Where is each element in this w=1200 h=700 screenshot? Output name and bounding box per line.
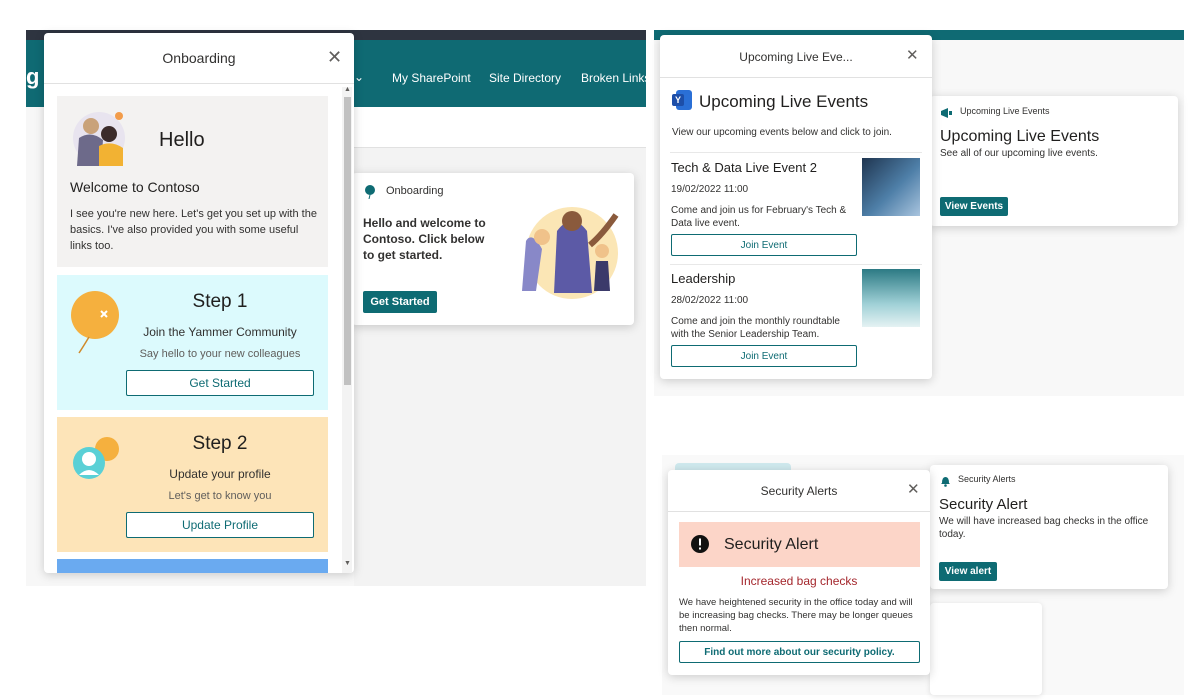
alert-text: We have heightened security in the offic… xyxy=(679,597,913,634)
svg-text:Y: Y xyxy=(675,95,681,105)
events-card-heading: Upcoming Live Events xyxy=(940,128,1100,145)
hello-heading: Hello xyxy=(159,129,205,151)
onboarding-card-get-started-button[interactable]: Get Started xyxy=(363,291,437,313)
step-2-title: Step 2 xyxy=(192,433,248,454)
onboarding-panel-title: Onboarding xyxy=(162,50,236,66)
profile-illustration xyxy=(69,435,125,490)
events-heading: Upcoming Live Events xyxy=(699,92,869,111)
view-alert-button[interactable]: View alert xyxy=(939,562,997,581)
events-card-desc: See all of our upcoming live events. xyxy=(940,148,1098,159)
security-close-icon[interactable]: ✕ xyxy=(907,482,920,497)
welcome-section: Hello Welcome to Contoso I see you're ne… xyxy=(57,96,328,267)
events-panel-title: Upcoming Live Eve... xyxy=(739,50,853,64)
event-2-date: 28/02/2022 11:00 xyxy=(671,295,749,306)
balloon-illustration xyxy=(69,289,125,360)
event-2-title: Leadership xyxy=(671,271,736,286)
security-card: Security Alerts Security Alert We will h… xyxy=(930,465,1168,589)
event-divider-2 xyxy=(670,264,922,265)
event-1-date: 19/02/2022 11:00 xyxy=(671,184,749,195)
welcome-text: I see you're new here. Let's get you set… xyxy=(70,208,317,252)
nav-chevron-icon[interactable]: ⌄ xyxy=(354,70,364,84)
view-events-button[interactable]: View Events xyxy=(940,197,1008,216)
security-card-heading: Security Alert xyxy=(939,496,1028,513)
events-card-label: Upcoming Live Events xyxy=(960,106,1050,116)
balloon-icon xyxy=(364,185,376,204)
security-panel-title: Security Alerts xyxy=(760,484,838,498)
site-title-partial: g xyxy=(26,64,40,89)
nav-my-sharepoint[interactable]: My SharePoint xyxy=(392,71,471,85)
alert-title: Security Alert xyxy=(724,536,819,553)
megaphone-icon xyxy=(940,106,954,124)
onboarding-card: Onboarding Hello and welcome to Contoso.… xyxy=(352,173,634,325)
events-card: Upcoming Live Events Upcoming Live Event… xyxy=(930,96,1178,226)
security-card-label: Security Alerts xyxy=(958,474,1016,484)
alert-subtitle: Increased bag checks xyxy=(740,574,858,588)
security-policy-button[interactable]: Find out more about our security policy. xyxy=(679,641,920,663)
security-panel-divider xyxy=(668,511,930,512)
step-2-subtitle: Update your profile xyxy=(169,467,271,481)
step-1-section: Step 1 Join the Yammer Community Say hel… xyxy=(57,275,328,410)
step-1-desc: Say hello to your new colleagues xyxy=(139,348,301,360)
event-2-image xyxy=(862,269,920,327)
nav-site-directory[interactable]: Site Directory xyxy=(489,71,561,85)
event-2-desc: Come and join the monthly roundtable wit… xyxy=(671,316,840,340)
command-bar xyxy=(354,107,646,148)
onboarding-panel: Onboarding ✕ Hello Welcome to Contoso I … xyxy=(44,33,354,573)
event-1-join-button[interactable]: Join Event xyxy=(671,234,857,256)
event-divider-1 xyxy=(670,152,922,153)
people-illustration xyxy=(512,201,624,306)
step-1-subtitle: Join the Yammer Community xyxy=(143,325,297,339)
event-1-desc: Come and join us for February's Tech & D… xyxy=(671,205,847,229)
onboarding-card-text: Hello and welcome to Contoso. Click belo… xyxy=(363,216,486,262)
scrollbar-thumb[interactable] xyxy=(344,97,351,385)
event-2-join-button[interactable]: Join Event xyxy=(671,345,857,367)
events-close-icon[interactable]: ✕ xyxy=(906,48,919,63)
alert-banner: Security Alert xyxy=(679,522,920,567)
step-1-get-started-button[interactable]: Get Started xyxy=(126,370,314,396)
step-2-section: Step 2 Update your profile Let's get to … xyxy=(57,417,328,552)
events-intro: View our upcoming events below and click… xyxy=(672,127,892,138)
yammer-icon: Y xyxy=(670,88,694,117)
event-1-title: Tech & Data Live Event 2 xyxy=(671,160,817,175)
step-3-section xyxy=(57,559,328,573)
security-panel: Security Alerts ✕ Security Alert Increas… xyxy=(668,470,930,675)
scroll-up-icon[interactable]: ▲ xyxy=(344,86,351,93)
events-panel: Upcoming Live Eve... ✕ Y Upcoming Live E… xyxy=(660,35,932,379)
welcome-heading: Welcome to Contoso xyxy=(70,179,200,195)
onboarding-card-label: Onboarding xyxy=(386,185,444,197)
onboarding-close-icon[interactable]: ✕ xyxy=(327,48,342,66)
step-2-update-profile-button[interactable]: Update Profile xyxy=(126,512,314,538)
step-2-desc: Let's get to know you xyxy=(168,490,272,502)
bell-icon xyxy=(940,474,951,492)
nav-broken-links[interactable]: Broken Links xyxy=(581,71,650,85)
events-panel-divider xyxy=(660,77,932,78)
warning-icon xyxy=(691,535,709,558)
event-1-image xyxy=(862,158,920,216)
secondary-card xyxy=(930,603,1042,695)
welcome-illustration xyxy=(69,108,133,173)
step-1-title: Step 1 xyxy=(192,291,248,312)
scroll-down-icon[interactable]: ▼ xyxy=(344,560,351,567)
security-card-desc: We will have increased bag checks in the… xyxy=(939,516,1149,540)
panel-divider xyxy=(44,83,354,84)
